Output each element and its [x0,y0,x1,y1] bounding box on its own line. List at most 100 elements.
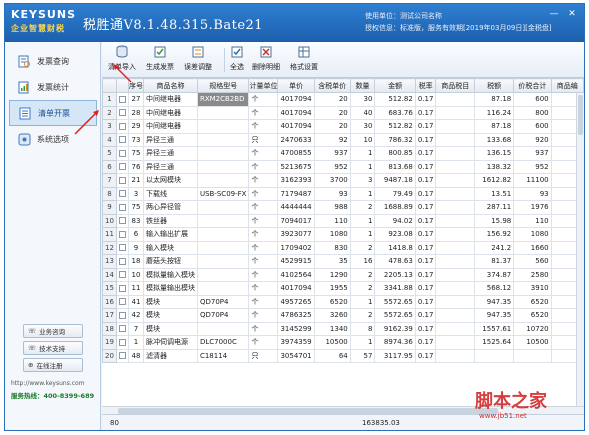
sidebar-item-invoice-stats[interactable]: 发票统计 [9,74,97,100]
table-cell[interactable]: 1 [349,335,376,350]
table-cell[interactable]: 个 [248,227,279,242]
table-cell[interactable]: 4786325 [277,308,315,323]
table-cell[interactable]: 81.37 [474,254,515,269]
row-checkbox[interactable] [118,244,126,252]
row-checkbox[interactable] [118,338,126,346]
table-row[interactable]: 6 76 异径三通个 5213675 952 1 813.68 0.17 138.32 952 [102,159,584,174]
table-cell[interactable] [435,186,476,201]
table-cell[interactable]: 7 [127,321,144,336]
column-header[interactable]: 商品税目 [435,78,476,93]
table-cell[interactable]: 2470633 [277,132,315,147]
table-cell[interactable]: 10500 [313,335,351,350]
column-header[interactable]: 价税合计 [513,78,552,93]
table-cell[interactable]: 0.17 [414,213,437,228]
table-cell[interactable] [196,267,250,282]
table-cell[interactable]: 9162.39 [374,321,416,336]
table-cell[interactable]: 10720 [513,321,552,336]
table-cell[interactable]: 64 [313,348,351,363]
column-header[interactable]: 单价 [277,78,315,93]
table-cell[interactable]: 中间继电器 [142,105,198,120]
table-row[interactable]: 7 21 以太网模块 个 3162393 3700 3 9487.18 0.17 1612.82 1… [102,173,584,188]
table-cell[interactable]: DLC7000C [196,335,250,350]
table-cell[interactable]: 1 [127,335,144,350]
table-cell[interactable]: 个 [248,321,279,336]
table-cell[interactable]: 28 [127,105,144,120]
table-cell[interactable]: 模块 [142,308,198,323]
table-cell[interactable]: 600 [513,92,552,107]
table-cell[interactable]: 模块 [142,294,198,309]
table-cell[interactable]: 1080 [313,227,351,242]
table-cell[interactable]: QD70P4 [196,308,250,323]
row-checkbox-cell[interactable] [115,254,129,269]
table-row[interactable]: 1 27 中间继电器 RXM2CB2BD 个 4017094 20 30 512.82 0.17 8… [102,92,584,107]
table-cell[interactable]: 1418.8 [374,240,416,255]
table-cell[interactable] [196,159,250,174]
table-cell[interactable]: 20 [313,92,351,107]
table-cell[interactable]: 1 [349,146,376,161]
generate-invoice-button[interactable]: 生成发票 [146,45,174,75]
table-cell[interactable]: 个 [248,335,279,350]
table-cell[interactable]: 10 [127,267,144,282]
sidebar-item-invoice-search[interactable]: 发票查询 [9,48,97,74]
table-cell[interactable]: 830 [313,240,351,255]
table-cell[interactable]: 48 [127,348,144,363]
table-cell[interactable] [196,213,250,228]
delete-detail-button[interactable]: 删除明细 [252,45,280,75]
row-checkbox-cell[interactable] [115,146,129,161]
table-cell[interactable]: 两心异径管 [142,200,198,215]
table-cell[interactable]: 0.17 [414,132,437,147]
table-cell[interactable]: 1688.89 [374,200,416,215]
table-cell[interactable] [435,294,476,309]
table-cell[interactable]: 136.15 [474,146,515,161]
table-cell[interactable]: 个 [248,240,279,255]
table-cell[interactable] [196,105,250,120]
column-header[interactable]: 金额 [374,78,416,93]
table-cell[interactable] [196,281,250,296]
table-cell[interactable]: 个 [248,254,279,269]
table-cell[interactable]: 个 [248,105,279,120]
table-cell[interactable]: 0.17 [414,240,437,255]
table-cell[interactable] [435,254,476,269]
row-checkbox-cell[interactable] [115,240,129,255]
row-checkbox-cell[interactable] [115,159,129,174]
table-cell[interactable]: 异径三通 [142,146,198,161]
table-cell[interactable]: 7094017 [277,213,315,228]
table-cell[interactable] [474,348,515,363]
table-cell[interactable]: 异径三通 [142,159,198,174]
table-cell[interactable]: 1 [349,213,376,228]
row-checkbox-cell[interactable] [115,132,129,147]
table-cell[interactable]: 3260 [313,308,351,323]
table-cell[interactable]: 6520 [513,294,552,309]
table-cell[interactable]: 0.17 [414,92,437,107]
consult-button[interactable]: ☏ 业务咨询 [23,324,83,338]
table-cell[interactable]: 0.17 [414,227,437,242]
row-checkbox[interactable] [118,325,126,333]
row-checkbox-cell[interactable] [115,119,129,134]
table-cell[interactable] [435,227,476,242]
row-checkbox[interactable] [118,284,126,292]
table-cell[interactable]: 937 [313,146,351,161]
table-cell[interactable]: 0.17 [414,348,437,363]
table-cell[interactable]: 83 [127,213,144,228]
table-cell[interactable]: 个 [248,200,279,215]
table-cell[interactable] [435,173,476,188]
table-cell[interactable]: 79.49 [374,186,416,201]
table-cell[interactable]: 937 [513,146,552,161]
row-checkbox[interactable] [118,271,126,279]
table-cell[interactable]: 3054701 [277,348,315,363]
table-cell[interactable]: 4017094 [277,281,315,296]
table-cell[interactable]: 29 [127,119,144,134]
row-checkbox[interactable] [118,352,126,360]
table-cell[interactable]: 3974359 [277,335,315,350]
table-cell[interactable]: 8 [349,321,376,336]
row-checkbox[interactable] [118,176,126,184]
table-cell[interactable]: 1955 [313,281,351,296]
table-cell[interactable]: 脉冲伺调电源 [142,335,198,350]
table-row[interactable]: 5 75 异径三通个 4700855 937 1 800.85 0.17 136.15 937 [102,146,584,161]
table-cell[interactable]: 1 [349,227,376,242]
table-cell[interactable] [196,146,250,161]
table-cell[interactable]: 个 [248,119,279,134]
table-cell[interactable]: 个 [248,213,279,228]
scroll-thumb[interactable] [578,95,583,135]
table-cell[interactable]: 4017094 [277,92,315,107]
